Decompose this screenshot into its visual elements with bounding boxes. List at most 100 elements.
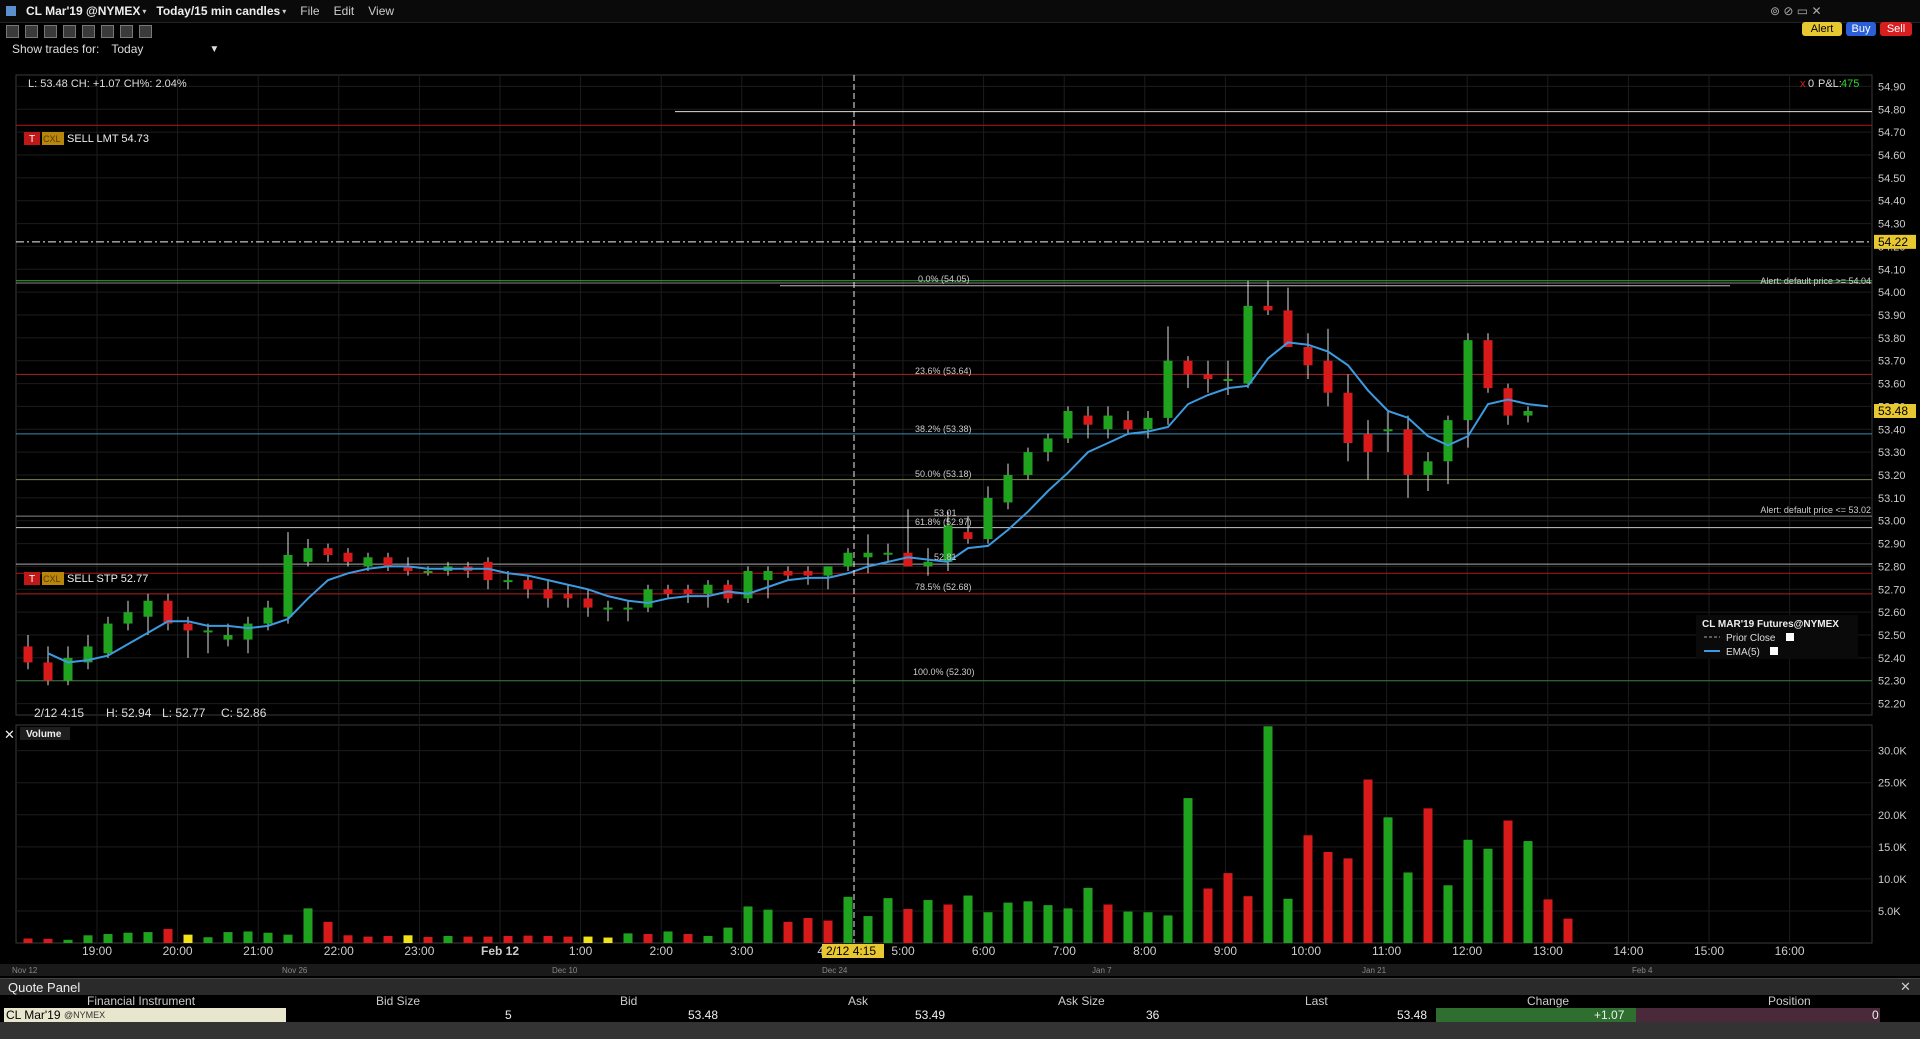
volume-bar (143, 932, 153, 943)
col-change[interactable]: Change (1527, 994, 1569, 1008)
volume-bar (1303, 835, 1313, 943)
price-tick-label: 52.70 (1878, 584, 1906, 596)
volume-bar (443, 935, 453, 943)
ask-value: 53.49 (915, 1008, 946, 1022)
volume-bar (1503, 820, 1513, 943)
price-chart[interactable]: 52.20 52.30 52.40 52.50 52.60 52.70 52.80 52.90… (0, 0, 1920, 978)
time-tick-label: 16:00 (1775, 944, 1805, 958)
price-mark-1: 53.01 (934, 508, 957, 518)
candle-body (983, 497, 993, 539)
pnl-value: 475 (1841, 78, 1859, 90)
volume-bar (203, 937, 213, 943)
volume-bar (1063, 908, 1073, 943)
time-tick-label: 7:00 (1053, 944, 1077, 958)
instrument-name[interactable]: CL Mar'19 (6, 1008, 61, 1022)
candle-body (323, 548, 333, 555)
volume-bar (423, 936, 433, 943)
volume-axis: 5.0K 10.0K 15.0K 20.0K 25.0K 30.0K (1878, 746, 1907, 918)
header-info: L: 53.48 CH: +1.07 CH%: 2.04% (28, 78, 187, 90)
position-cell-bg (1636, 1008, 1880, 1022)
price-tick-label: 52.40 (1878, 653, 1906, 665)
volume-bar (583, 936, 593, 943)
time-tick-label: 11:00 (1372, 944, 1401, 958)
col-position[interactable]: Position (1768, 994, 1811, 1008)
col-last[interactable]: Last (1305, 994, 1328, 1008)
volume-bar (1403, 872, 1413, 943)
status-strip (0, 1022, 1920, 1039)
price-tick-label: 52.20 (1878, 699, 1906, 711)
candle-body (1023, 452, 1033, 475)
crosshair-time-label: 2/12 4:15 (826, 944, 876, 958)
pnl-close[interactable]: x (1800, 78, 1806, 90)
volume-bar (1563, 918, 1573, 943)
volume-bar (103, 934, 113, 943)
time-tick-label: 21:00 (243, 944, 273, 958)
time-tick-label: 13:00 (1533, 944, 1563, 958)
volume-bar (123, 932, 133, 943)
fib-label-50: 50.0% (53.18) (915, 469, 972, 479)
volume-tick-label: 5.0K (1878, 906, 1901, 918)
volume-bar (783, 921, 793, 943)
sell-stp-cancel-label: CXL (43, 574, 61, 584)
level-lines (16, 111, 1872, 682)
candle-body (663, 589, 673, 594)
time-tick-label: 15:00 (1694, 944, 1724, 958)
candle-body (643, 589, 653, 608)
position-value: 0 (1872, 1008, 1879, 1022)
candle-body (1503, 388, 1513, 416)
candle-body (803, 571, 813, 576)
volume-close-icon[interactable]: ✕ (4, 727, 15, 742)
col-bid-size[interactable]: Bid Size (376, 994, 420, 1008)
price-tick-label: 54.10 (1878, 264, 1906, 276)
volume-bar (383, 935, 393, 943)
candle-body (103, 623, 113, 654)
volume-bar (1003, 902, 1013, 943)
candle-body (1203, 374, 1213, 379)
volume-bar (1163, 915, 1173, 943)
quote-row[interactable]: CL Mar'19 @NYMEX 5 53.48 53.49 36 53.48 … (0, 1008, 1920, 1022)
volume-bar (63, 939, 73, 943)
candle-body (303, 548, 313, 562)
candle-body (363, 557, 373, 567)
col-bid[interactable]: Bid (620, 994, 637, 1008)
candle-body (603, 607, 613, 610)
candle-body (1363, 433, 1373, 453)
volume-bar (1043, 905, 1053, 943)
navigator-date-label: Nov 12 (12, 966, 38, 975)
candle-body (143, 600, 153, 617)
candle-body (283, 555, 293, 617)
prior-close-checkbox[interactable] (1786, 633, 1794, 641)
col-financial-instrument[interactable]: Financial Instrument (87, 994, 195, 1008)
volume-tick-label: 25.0K (1878, 778, 1907, 790)
col-ask-size[interactable]: Ask Size (1058, 994, 1105, 1008)
candle-body (43, 662, 53, 681)
volume-bar (1343, 858, 1353, 943)
price-tick-label: 52.80 (1878, 561, 1906, 573)
price-tick-label: 54.80 (1878, 104, 1906, 116)
volume-bar (763, 909, 773, 943)
volume-bar (463, 936, 473, 943)
volume-bar (483, 936, 493, 943)
ema-checkbox[interactable] (1770, 647, 1778, 655)
navigator-date-label: Dec 24 (822, 966, 848, 975)
candle-body (1483, 340, 1493, 389)
volume-bar (903, 909, 913, 943)
volume-bar (1443, 885, 1453, 943)
candle-body (1243, 305, 1253, 384)
volume-bar (43, 938, 53, 943)
col-ask[interactable]: Ask (848, 994, 868, 1008)
price-tick-label: 53.10 (1878, 493, 1906, 505)
price-tick-label: 53.00 (1878, 516, 1906, 528)
price-tick-label: 54.60 (1878, 150, 1906, 162)
volume-bar (403, 935, 413, 943)
legend-title: CL MAR'19 Futures@NYMEX (1702, 619, 1839, 630)
price-mark-2: 52.81 (934, 552, 957, 562)
candle-body (883, 552, 893, 555)
candle-body (823, 566, 833, 576)
close-icon[interactable]: ✕ (1900, 979, 1911, 995)
candle-body (23, 646, 33, 663)
price-tick-label: 52.30 (1878, 676, 1906, 688)
volume-bar (883, 898, 893, 943)
price-axis: 52.20 52.30 52.40 52.50 52.60 52.70 52.80 52.90… (1878, 81, 1906, 710)
candle-body (1403, 429, 1413, 475)
